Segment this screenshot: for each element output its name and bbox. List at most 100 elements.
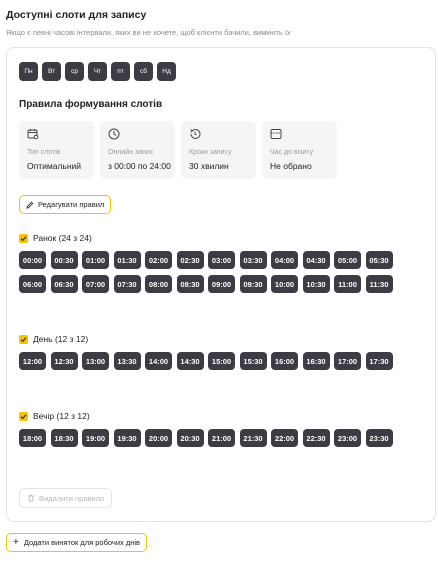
time-slot-chip[interactable]: 08:30 — [176, 275, 204, 293]
check-icon — [20, 235, 27, 241]
delete-rule-button[interactable]: Видалити правило — [19, 488, 113, 508]
evening-slots: 18:00 18:30 19:00 19:30 20:00 20:30 21:00 21:30… — [19, 429, 419, 447]
time-slot-chip[interactable]: 22:00 — [271, 429, 298, 447]
time-slot-chip[interactable]: 05:00 — [334, 251, 361, 269]
time-slot-chip[interactable]: 07:00 — [82, 275, 109, 293]
rule-label: Час до візиту — [270, 149, 314, 156]
time-slot-chip[interactable]: 20:30 — [176, 429, 204, 447]
day-chip-mon[interactable]: Пн — [19, 62, 38, 81]
day-checkbox[interactable] — [19, 334, 28, 344]
rule-value: 30 хвилин — [189, 161, 229, 171]
add-exception-button[interactable]: + Додати виняток для робочих днів — [6, 533, 148, 552]
time-slot-chip[interactable]: 19:30 — [113, 429, 141, 447]
rule-card-slot-type: Тип слотів Оптимальний — [19, 121, 94, 179]
pencil-icon — [26, 201, 34, 209]
evening-checkbox[interactable] — [19, 411, 28, 421]
time-slot-chip[interactable]: 06:00 — [19, 275, 46, 293]
time-slot-chip[interactable]: 11:00 — [334, 275, 361, 293]
time-slot-chip[interactable]: 05:30 — [365, 251, 393, 269]
time-slot-chip[interactable]: 08:00 — [145, 275, 172, 293]
time-slot-chip[interactable]: 01:00 — [82, 251, 109, 269]
time-slot-chip[interactable]: 03:30 — [239, 251, 267, 269]
time-slot-chip[interactable]: 23:00 — [334, 429, 361, 447]
time-slot-chip[interactable]: 02:00 — [145, 251, 172, 269]
trash-icon — [28, 494, 34, 502]
rule-value: з 00:00 по 24:00 — [108, 161, 171, 171]
time-slot-chip[interactable]: 18:30 — [50, 429, 78, 447]
time-slot-chip[interactable]: 02:30 — [176, 251, 204, 269]
time-slot-chip[interactable]: 04:00 — [271, 251, 298, 269]
time-slot-chip[interactable]: 21:00 — [208, 429, 235, 447]
edit-rules-button[interactable]: Редагувати правил — [19, 195, 112, 214]
morning-slots: 00:00 00:30 01:00 01:30 02:00 02:30 03:00 03:30… — [19, 251, 419, 293]
time-slot-chip[interactable]: 01:30 — [113, 251, 141, 269]
rule-card-booking-step: Кроки запису 30 хвилин — [181, 121, 256, 179]
time-slot-chip[interactable]: 15:00 — [208, 352, 235, 370]
delete-rule-label: Видалити правило — [39, 493, 105, 503]
time-slot-chip[interactable]: 19:00 — [82, 429, 109, 447]
day-slots: 12:00 12:30 13:00 13:30 14:00 14:30 15:00 15:30… — [19, 352, 419, 370]
window-icon — [270, 129, 282, 139]
time-slot-chip[interactable]: 16:00 — [271, 352, 298, 370]
edit-rules-label: Редагувати правил — [38, 200, 105, 209]
day-chip-sat[interactable]: сб — [134, 62, 153, 81]
time-slot-chip[interactable]: 20:00 — [145, 429, 172, 447]
time-slot-chip[interactable]: 07:30 — [113, 275, 141, 293]
add-exception-label: Додати виняток для робочих днів — [23, 538, 141, 547]
page-title: Доступні слоти для запису — [6, 9, 147, 21]
time-slot-chip[interactable]: 17:00 — [334, 352, 361, 370]
time-slot-chip[interactable]: 00:30 — [50, 251, 78, 269]
time-slot-chip[interactable]: 15:30 — [239, 352, 267, 370]
time-slot-chip[interactable]: 04:30 — [302, 251, 330, 269]
slot-group-day: День (12 з 12) 12:00 12:30 13:00 13:30 14:00… — [19, 333, 419, 370]
time-slot-chip[interactable]: 10:00 — [271, 275, 298, 293]
slot-group-evening: Вечір (12 з 12) 18:00 18:30 19:00 19:30 20:0… — [19, 410, 419, 447]
time-slot-chip[interactable]: 13:30 — [113, 352, 141, 370]
time-slot-chip[interactable]: 09:00 — [208, 275, 235, 293]
rule-value: Оптимальний — [27, 161, 82, 171]
calendar-settings-icon — [27, 129, 39, 140]
rule-label: Онлайн запис — [108, 149, 154, 156]
time-slot-chip[interactable]: 09:30 — [239, 275, 267, 293]
time-slot-chip[interactable]: 18:00 — [19, 429, 46, 447]
check-icon — [20, 413, 27, 419]
day-chip-wed[interactable]: ср — [65, 62, 84, 81]
time-slot-chip[interactable]: 11:30 — [365, 275, 393, 293]
time-slot-chip[interactable]: 13:00 — [82, 352, 109, 370]
time-slot-chip[interactable]: 12:00 — [19, 352, 46, 370]
time-slot-chip[interactable]: 23:30 — [365, 429, 393, 447]
rules-title: Правила формування слотів — [19, 99, 163, 110]
time-slot-chip[interactable]: 21:30 — [239, 429, 267, 447]
rules-cards: Тип слотів Оптимальний Онлайн запис з 00… — [19, 121, 337, 179]
day-chip-tue[interactable]: Вт — [42, 62, 61, 81]
plus-icon: + — [13, 536, 19, 548]
day-chip-sun[interactable]: Нд — [157, 62, 176, 81]
evening-group-label: Вечір (12 з 12) — [33, 411, 90, 421]
time-slot-chip[interactable]: 22:30 — [302, 429, 330, 447]
time-slot-chip[interactable]: 17:30 — [365, 352, 393, 370]
rule-label: Тип слотів — [27, 149, 61, 156]
day-selector: Пн Вт ср Чт пт сб Нд — [19, 62, 176, 81]
history-icon — [190, 128, 201, 139]
slot-group-morning: Ранок (24 з 24) 00:00 00:30 01:00 01:30 02:0… — [19, 232, 419, 293]
time-slot-chip[interactable]: 16:30 — [302, 352, 330, 370]
time-slot-chip[interactable]: 14:30 — [176, 352, 204, 370]
time-slot-chip[interactable]: 10:30 — [302, 275, 330, 293]
time-slot-chip[interactable]: 14:00 — [145, 352, 172, 370]
time-slot-chip[interactable]: 06:30 — [50, 275, 78, 293]
time-slot-chip[interactable]: 03:00 — [208, 251, 235, 269]
time-slot-chip[interactable]: 12:30 — [50, 352, 78, 370]
rule-card-time-before-visit: Час до візиту Не обрано — [262, 121, 337, 179]
clock-icon — [108, 128, 120, 140]
morning-group-label: Ранок (24 з 24) — [33, 233, 92, 243]
slots-card: Пн Вт ср Чт пт сб Нд Правила формування … — [6, 47, 436, 522]
rule-value: Не обрано — [270, 161, 312, 171]
time-slot-chip[interactable]: 00:00 — [19, 251, 46, 269]
day-chip-fri[interactable]: пт — [111, 62, 130, 81]
day-chip-thu[interactable]: Чт — [88, 62, 107, 81]
rule-card-online-booking: Онлайн запис з 00:00 по 24:00 — [100, 121, 175, 179]
morning-checkbox[interactable] — [19, 233, 28, 243]
page-subtitle: Якщо є певні часові інтервали, яких ви н… — [6, 28, 291, 37]
check-icon — [20, 336, 27, 342]
rule-label: Кроки запису — [189, 149, 232, 156]
